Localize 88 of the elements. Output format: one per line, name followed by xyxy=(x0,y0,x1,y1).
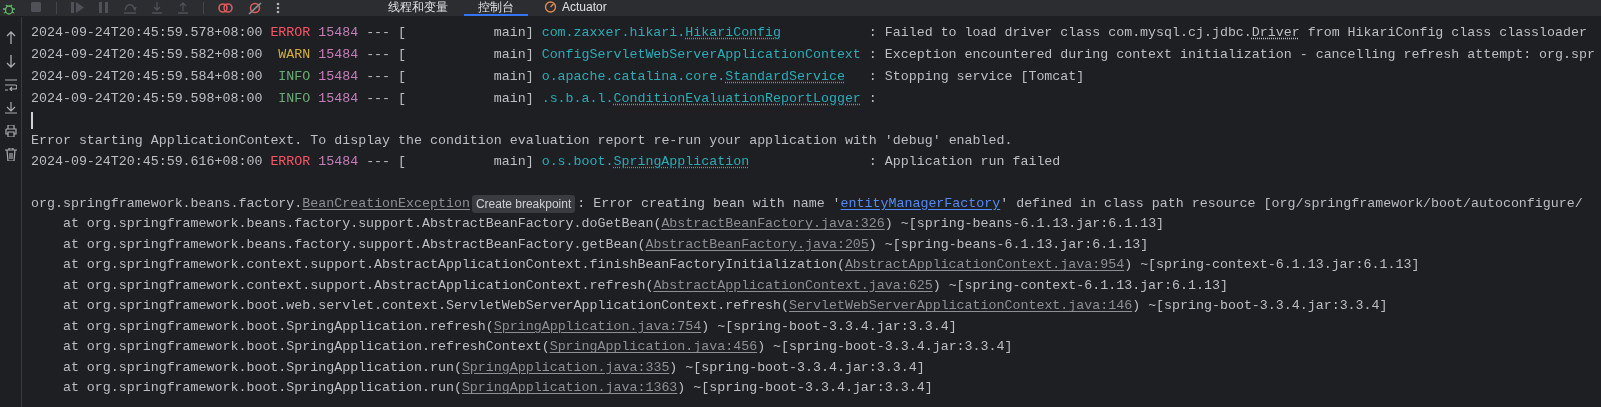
log-level: ERROR xyxy=(269,24,311,43)
mute-breakpoints-icon[interactable] xyxy=(248,1,262,15)
log-level: ERROR xyxy=(269,153,311,172)
message-text: ) ~[spring-boot-3.3.4.jar:3.3.4] xyxy=(677,379,933,398)
message-text: : xyxy=(868,90,877,109)
source-link[interactable]: AbstractBeanFactory.java:205 xyxy=(645,234,869,255)
tab[interactable]: Actuator xyxy=(530,0,621,16)
message-text: ) ~[spring-context-6.1.13.jar:6.1.13] xyxy=(1124,256,1420,275)
timestamp: 2024-09-24T20:45:59.616+08:00 xyxy=(31,153,263,172)
print-icon[interactable] xyxy=(4,125,17,137)
text-cursor xyxy=(31,111,33,129)
process-id: 15484 xyxy=(318,153,359,172)
timestamp: 2024-09-24T20:45:59.598+08:00 xyxy=(31,90,263,109)
arrow-down-icon[interactable] xyxy=(5,55,16,68)
separator: --- [ xyxy=(366,90,407,109)
source-link[interactable]: ServletWebServerApplicationContext.java:146 xyxy=(789,296,1133,317)
message-text: ) ~[spring-boot-3.3.4.jar:3.3.4] xyxy=(757,338,1013,357)
thread-name: main] xyxy=(492,153,534,172)
message-text: ) ~[spring-boot-3.3.4.jar:3.3.4] xyxy=(1132,297,1388,316)
message-text: at org.springframework.boot.SpringApplication.run( xyxy=(62,379,462,398)
source-link[interactable]: BeanCreationException xyxy=(302,193,470,214)
message-text: ) ~[spring-boot-3.3.4.jar:3.3.4] xyxy=(701,317,957,336)
timestamp: 2024-09-24T20:45:59.578+08:00 xyxy=(31,24,263,43)
bean-link[interactable]: entityManagerFactory xyxy=(840,193,1001,214)
thread-name: main] xyxy=(492,46,534,65)
message-text: at org.springframework.context.support.AbstractApplicationContext.refresh( xyxy=(62,276,654,295)
thread-name: main] xyxy=(492,68,534,87)
separator: --- [ xyxy=(366,68,407,87)
scroll-to-end-icon[interactable] xyxy=(4,102,17,114)
message-text: at org.springframework.boot.SpringApplication.run( xyxy=(62,358,462,377)
logger-name: .s.b.a.l. xyxy=(541,90,614,109)
message-text: at org.springframework.beans.factory.support.AbstractBeanFactory.doGetBean( xyxy=(62,215,662,234)
message-text: ' defined in class path resource [org/springframework/boot/autoconfigure/ xyxy=(1000,194,1583,213)
source-link[interactable]: SpringApplication.java:1363 xyxy=(461,378,678,399)
logger-class-link[interactable]: HikariConfig xyxy=(685,23,782,43)
message-text: at org.springframework.beans.factory.support.AbstractBeanFactory.getBean( xyxy=(62,235,646,254)
message-text: : Exception encountered during context initialization - cancelling refresh attempt: org.spr xyxy=(868,46,1595,65)
separator: --- [ xyxy=(366,153,407,172)
message-text: : Failed to load driver class com.mysql.cj.jdbc. xyxy=(868,24,1252,43)
message-text: ) ~[spring-beans-6.1.13.jar:6.1.13] xyxy=(884,215,1165,234)
timestamp: 2024-09-24T20:45:59.584+08:00 xyxy=(31,68,263,87)
logger-name: o.apache.catalina.core. xyxy=(541,68,726,87)
log-level: WARN xyxy=(277,46,311,65)
soft-wrap-icon[interactable] xyxy=(4,79,17,91)
logger-name: ConfigServletWebServerApplicationContext xyxy=(541,46,861,65)
tab[interactable]: 控制台 xyxy=(464,0,528,16)
process-id: 15484 xyxy=(318,24,359,43)
thread-name: main] xyxy=(492,90,534,109)
breakpoints-icon[interactable] xyxy=(218,1,234,15)
process-id: 15484 xyxy=(318,68,359,87)
message-text: at org.springframework.context.support.AbstractApplicationContext.finishBeanFactoryInitialization( xyxy=(62,256,845,275)
message-text: ) ~[spring-context-6.1.13.jar:6.1.13] xyxy=(932,276,1228,295)
thread-name: main] xyxy=(492,24,534,43)
message-text: : Error creating bean with name ' xyxy=(577,194,841,213)
logger-class-link[interactable]: StandardService xyxy=(725,67,845,87)
separator: --- [ xyxy=(366,24,407,43)
message-text: from HikariConfig class classloader xyxy=(1306,24,1587,43)
tab[interactable]: 线程和变量 xyxy=(374,0,462,16)
log-level: INFO xyxy=(277,90,311,109)
separator: --- [ xyxy=(366,46,407,65)
message-text: at org.springframework.boot.SpringApplication.refresh( xyxy=(62,317,494,336)
message-text: ) ~[spring-beans-6.1.13.jar:6.1.13] xyxy=(868,235,1149,254)
source-link[interactable]: AbstractBeanFactory.java:326 xyxy=(661,214,885,235)
arrow-up-icon[interactable] xyxy=(5,31,16,44)
logger-class-link[interactable]: SpringApplication xyxy=(613,152,750,172)
source-link[interactable]: AbstractApplicationContext.java:954 xyxy=(844,255,1125,276)
process-id: 15484 xyxy=(318,46,359,65)
logger-class-link[interactable]: ConditionEvaluationReportLogger xyxy=(613,89,861,109)
logger-name: com.zaxxer.hikari. xyxy=(541,24,686,43)
log-level: INFO xyxy=(277,68,311,87)
process-id: 15484 xyxy=(318,90,359,109)
message-text: at org.springframework.boot.web.servlet.context.ServletWebServerApplicationContext.refresh( xyxy=(62,297,790,316)
more-icon[interactable] xyxy=(276,2,280,14)
create-breakpoint-button[interactable]: Create breakpoint xyxy=(471,194,576,213)
message-text: Error starting ApplicationContext. To display the condition evaluation report re-run your application with 'debug' enabled. xyxy=(31,131,1013,150)
source-link[interactable]: AbstractApplicationContext.java:625 xyxy=(653,275,933,296)
timestamp: 2024-09-24T20:45:59.582+08:00 xyxy=(31,46,263,65)
message-text: : Stopping service [Tomcat] xyxy=(868,68,1085,87)
source-link[interactable]: SpringApplication.java:335 xyxy=(461,357,670,378)
trash-icon[interactable] xyxy=(4,148,17,161)
message-text: : Application run failed xyxy=(868,153,1061,172)
message-text: org.springframework.beans.factory. xyxy=(31,194,303,213)
logger-name: o.s.boot. xyxy=(541,153,614,172)
source-link[interactable]: SpringApplication.java:754 xyxy=(493,316,702,337)
source-link[interactable]: SpringApplication.java:456 xyxy=(549,337,758,358)
class-reference[interactable]: Driver xyxy=(1251,23,1300,43)
message-text: at org.springframework.boot.SpringApplication.refreshContext( xyxy=(62,338,550,357)
message-text: ) ~[spring-boot-3.3.4.jar:3.3.4] xyxy=(669,358,925,377)
